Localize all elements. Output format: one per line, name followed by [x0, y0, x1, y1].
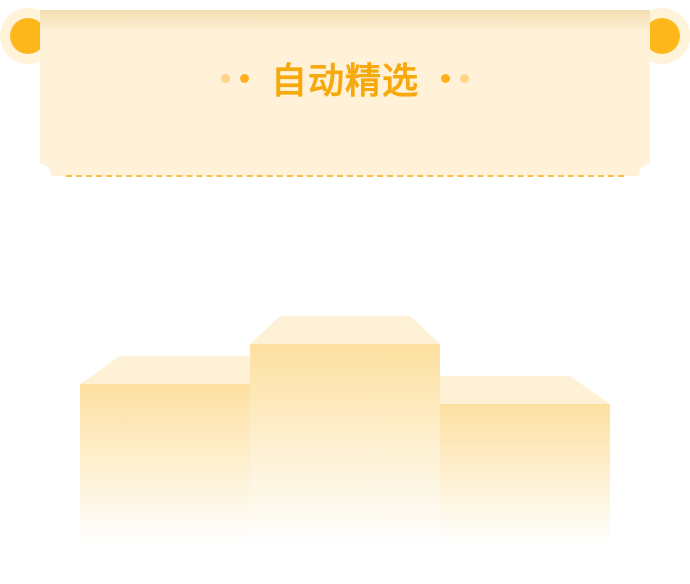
podium-left-front [80, 384, 250, 544]
podium-center-front [250, 344, 440, 544]
podium-illustration [80, 316, 610, 544]
podium-left-top [80, 356, 250, 384]
podium-center-top [250, 316, 440, 344]
podium-right-front [440, 404, 610, 544]
podium-right-top [440, 376, 610, 404]
